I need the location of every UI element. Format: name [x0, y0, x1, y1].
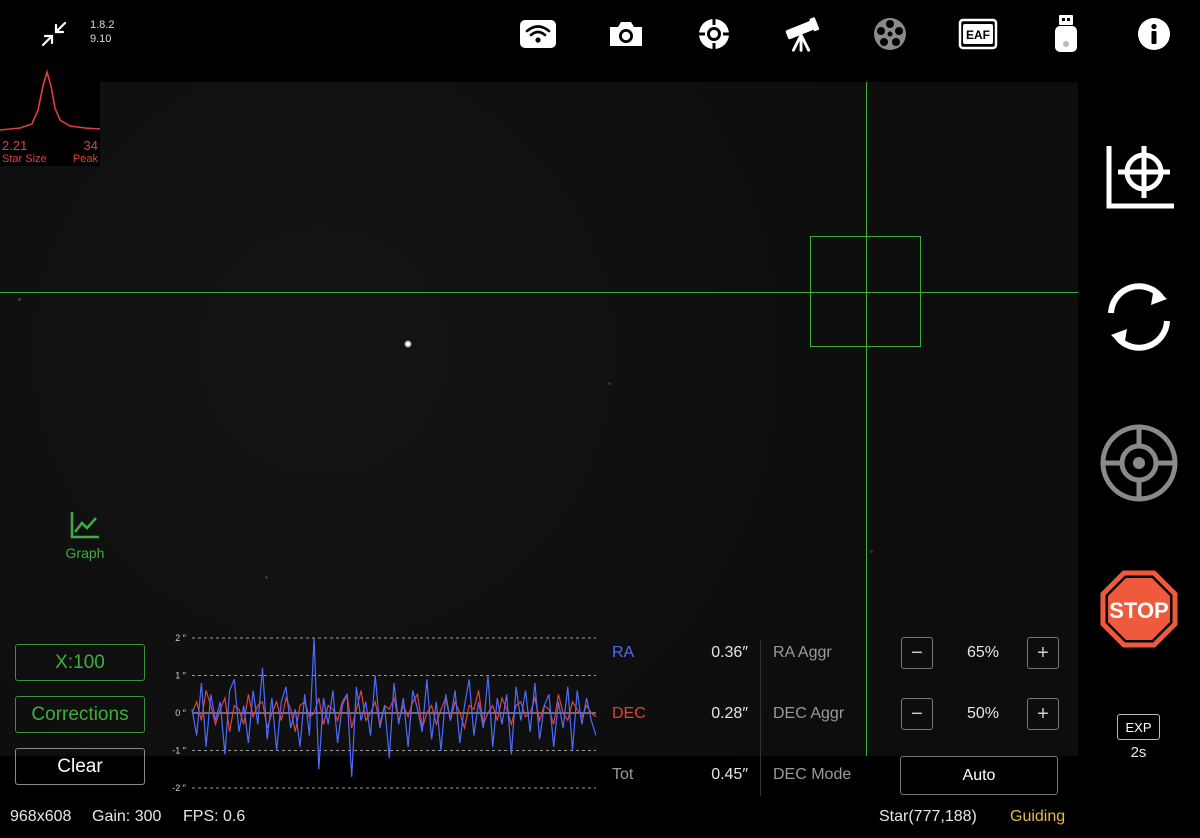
stop-button[interactable]: STOP [1096, 566, 1182, 652]
dec-aggr-decrease-button[interactable]: − [901, 698, 933, 730]
eaf-label: EAF [966, 28, 990, 42]
crosshair-vertical-line [866, 82, 867, 756]
faint-star [608, 382, 611, 385]
peak-label: Peak [72, 153, 98, 165]
usb-drive-icon[interactable] [1046, 14, 1086, 54]
ra-aggr-value: 65% [966, 644, 1000, 661]
resolution-status: 968x608 [10, 808, 72, 825]
corrections-button[interactable]: Corrections [15, 696, 145, 733]
faint-star [265, 576, 268, 579]
guide-target-icon [1100, 424, 1178, 502]
guide-graph: 2 ″ 1 ″ 0 ″ -1 ″ -2 ″ [172, 633, 597, 793]
filter-wheel-icon[interactable] [870, 14, 910, 54]
guide-icon[interactable] [694, 14, 734, 54]
graph-y-tick-label: 0 ″ [175, 708, 187, 718]
ra-label: RA [612, 644, 635, 661]
camera-icon[interactable] [606, 14, 646, 54]
stop-icon: STOP [1100, 570, 1178, 648]
star-profile-panel: 2.21 34 Star Size Peak [0, 68, 101, 166]
eaf-icon[interactable]: EAF [958, 14, 998, 54]
loop-button[interactable] [1096, 274, 1182, 360]
exposure-value: 2s [1130, 744, 1147, 761]
loop-icon [1108, 283, 1170, 351]
faint-star [18, 298, 21, 301]
gain-status: Gain: 300 [92, 808, 162, 825]
graph-y-tick-label: 2 ″ [175, 633, 187, 643]
dec-aggr-value: 50% [966, 705, 1000, 722]
guide-button[interactable] [1096, 420, 1182, 506]
wifi-icon[interactable] [518, 14, 558, 54]
graph-icon [70, 512, 99, 539]
star-size-label: Star Size [2, 153, 47, 165]
graph-y-tick-label: -2 ″ [172, 783, 187, 793]
app-version: 1.8.2 [90, 19, 115, 31]
calibrate-target-icon [1106, 146, 1174, 209]
firmware-version: 9.10 [90, 33, 112, 45]
telescope-icon[interactable] [782, 14, 822, 54]
dec-rms-value: 0.28″ [711, 705, 748, 722]
guiding-state: Guiding [1010, 808, 1066, 825]
calibrate-button[interactable] [1096, 130, 1182, 216]
dec-aggr-increase-button[interactable]: + [1027, 698, 1059, 730]
graph-y-tick-label: -1 ″ [172, 746, 187, 756]
divider [760, 640, 761, 796]
faint-star [870, 550, 873, 553]
zoom-button[interactable]: X:100 [15, 644, 145, 681]
guide-star [404, 340, 412, 348]
star-profile-curve [0, 69, 101, 131]
tot-rms-value: 0.45″ [711, 766, 748, 783]
ra-aggr-increase-button[interactable]: + [1027, 637, 1059, 669]
dec-mode-select[interactable]: Auto [900, 756, 1058, 795]
ra-rms-value: 0.36″ [711, 644, 748, 661]
graph-label: Graph [65, 545, 105, 561]
fps-status: FPS: 0.6 [183, 808, 246, 825]
graph-y-tick-label: 1 ″ [175, 671, 187, 681]
info-icon[interactable] [1134, 14, 1174, 54]
star-position-status: Star(777,188) [879, 808, 977, 825]
dec-label: DEC [612, 705, 646, 722]
dec-aggr-label: DEC Aggr [773, 705, 845, 722]
exposure-badge[interactable]: EXP [1117, 714, 1160, 740]
clear-button[interactable]: Clear [15, 748, 145, 785]
tot-label: Tot [612, 766, 634, 783]
stop-label: STOP [1109, 598, 1169, 623]
collapse-icon[interactable] [34, 14, 74, 54]
guide-star-selection-box[interactable] [810, 236, 921, 347]
graph-toggle-button[interactable]: Graph [60, 510, 110, 566]
top-toolbar [0, 0, 1200, 80]
ra-aggr-label: RA Aggr [773, 644, 832, 661]
version-info: 1.8.2 9.10 [90, 18, 114, 46]
star-size-value: 2.21 [2, 138, 28, 153]
ra-series-line [191, 637, 597, 777]
peak-value: 34 [83, 138, 98, 153]
ra-aggr-decrease-button[interactable]: − [901, 637, 933, 669]
dec-mode-label: DEC Mode [773, 766, 852, 783]
